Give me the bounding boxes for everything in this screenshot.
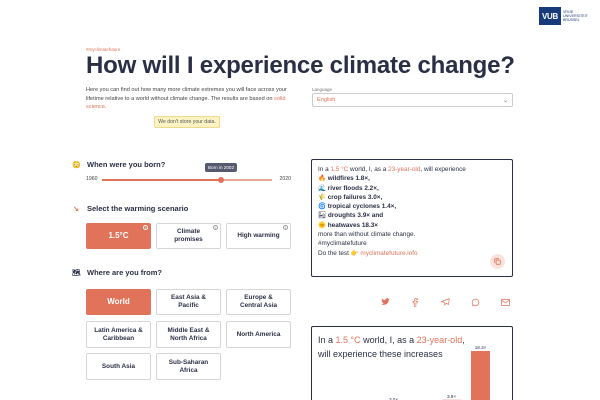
info-icon[interactable]: i bbox=[283, 225, 288, 230]
scenario-high-warming-button[interactable]: High warming i bbox=[226, 223, 291, 249]
scenario-climate-promises-button[interactable]: Climate promises i bbox=[156, 223, 221, 249]
facebook-icon[interactable] bbox=[410, 297, 420, 307]
logo-text: Vrije Universiteit Brussel bbox=[563, 10, 588, 22]
region-east-asia-button[interactable]: East Asia & Pacific bbox=[156, 289, 221, 315]
world-map-icon: 🗺 bbox=[72, 269, 81, 277]
share-cta: Do the test 👉 myclimatefuture.info bbox=[318, 249, 418, 257]
slider-tooltip: Born in 2002 bbox=[204, 163, 238, 172]
thermometer-icon: ↘ bbox=[73, 205, 79, 213]
slider-track[interactable] bbox=[102, 176, 272, 183]
slider-min-label: 1960 bbox=[86, 176, 98, 182]
chart-card-headline: In a 1.5 °C world, I, as a 23-year-old, … bbox=[318, 335, 465, 359]
info-icon[interactable]: i bbox=[213, 225, 218, 230]
share-item: 🌾 crop failures 3.0×, bbox=[318, 193, 383, 201]
share-item: 🔥 wildfires 1.8×, bbox=[318, 175, 370, 183]
share-item: 🌞 heatwaves 18.3× bbox=[318, 221, 379, 229]
language-value: English bbox=[317, 97, 336, 103]
warming-section-title: ↘ Select the warming scenario bbox=[73, 204, 189, 213]
intro-text: Here you can find out how many more clim… bbox=[86, 87, 287, 110]
copy-button[interactable] bbox=[490, 254, 505, 269]
share-item: 🌊 river floods 2.2×, bbox=[318, 184, 379, 192]
region-north-america-button[interactable]: North America bbox=[226, 321, 291, 348]
privacy-notice: We don't store your data. bbox=[154, 116, 220, 128]
share-after: more than without climate change. bbox=[318, 231, 416, 239]
chart-value-label: 3.9× bbox=[447, 394, 456, 399]
whatsapp-icon[interactable] bbox=[470, 297, 480, 307]
region-latin-america-button[interactable]: Latin America & Caribbean bbox=[86, 321, 151, 348]
chart-card: 3.0× 3.9× 18.3× In a 1.5 °C world, I, as a… bbox=[311, 326, 513, 400]
slider-max-label: 2020 bbox=[279, 176, 291, 182]
flushed-face-icon: 😳 bbox=[72, 161, 81, 169]
email-icon[interactable] bbox=[500, 297, 510, 307]
twitter-icon[interactable] bbox=[380, 297, 390, 307]
scenario-1-5-button[interactable]: 1.5°C i bbox=[86, 223, 151, 249]
chart-value-label: 18.3× bbox=[475, 345, 487, 350]
vub-logo[interactable]: VUB Vrije Universiteit Brussel bbox=[539, 6, 595, 26]
chart-bar-heatwaves bbox=[471, 351, 490, 400]
region-world-button[interactable]: World bbox=[86, 289, 151, 315]
region-section-title: 🗺 Where are you from? bbox=[72, 268, 163, 277]
birth-year-slider[interactable]: 1960 2020 Born in 2002 bbox=[86, 162, 296, 192]
region-south-asia-button[interactable]: South Asia bbox=[86, 353, 151, 380]
region-europe-button[interactable]: Europe & Central Asia bbox=[226, 289, 291, 315]
logo-mark: VUB bbox=[539, 7, 561, 25]
social-share-bar bbox=[380, 297, 510, 307]
share-text-card: In a 1.5 °C world, I, as a 23-year-old, … bbox=[311, 159, 513, 277]
region-sub-saharan-button[interactable]: Sub-Saharan Africa bbox=[156, 353, 221, 380]
slider-fill bbox=[102, 179, 221, 181]
share-headline: In a 1.5 °C world, I, as a 23-year-old, … bbox=[318, 166, 466, 173]
chevron-down-icon: ⌄ bbox=[502, 98, 508, 104]
region-middle-east-button[interactable]: Middle East & North Africa bbox=[156, 321, 221, 348]
language-label: Language bbox=[312, 87, 333, 92]
share-item: 🌀 tropical cyclones 1.4×, bbox=[318, 203, 397, 211]
info-icon[interactable]: i bbox=[143, 225, 148, 230]
copy-icon bbox=[494, 258, 501, 265]
share-link[interactable]: myclimatefuture.info bbox=[360, 250, 417, 257]
share-item: 🏜 droughts 3.9× and bbox=[318, 212, 384, 220]
language-select[interactable]: English ⌄ bbox=[312, 93, 513, 107]
telegram-icon[interactable] bbox=[440, 297, 450, 307]
slider-thumb[interactable] bbox=[218, 176, 224, 183]
page-title: How will I experience climate change? bbox=[86, 52, 515, 79]
share-hashtag: #myclimatefuture bbox=[318, 240, 367, 248]
